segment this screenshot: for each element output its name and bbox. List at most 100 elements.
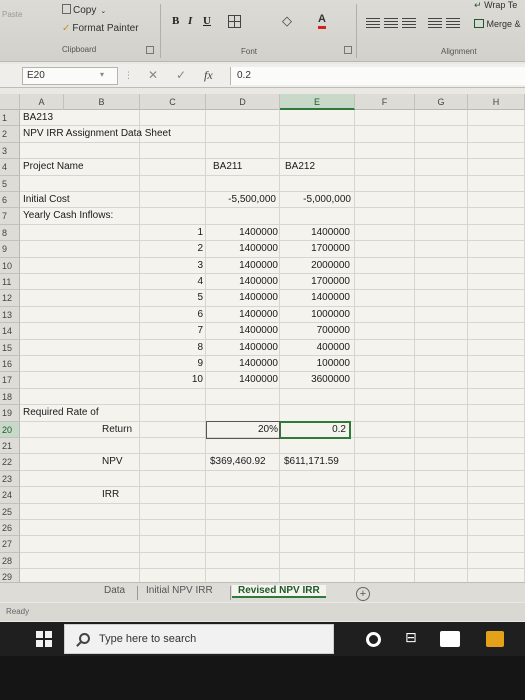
row-header-17[interactable]: 17 <box>0 372 20 389</box>
paste-button[interactable]: Paste <box>2 10 22 19</box>
cell-e6[interactable]: -5,000,000 <box>280 192 351 208</box>
cell-c14[interactable]: 7 <box>140 323 203 339</box>
row-header-6[interactable]: 6 <box>0 192 20 209</box>
windows-start-icon[interactable] <box>36 631 52 647</box>
cell-c15[interactable]: 8 <box>140 340 203 356</box>
row-header-16[interactable]: 16 <box>0 356 20 373</box>
cell-e11[interactable]: 1700000 <box>280 274 350 290</box>
cell-e13[interactable]: 1000000 <box>280 307 350 323</box>
cell-d4[interactable]: BA211 <box>213 159 242 175</box>
row-header-1[interactable]: 1 <box>0 110 20 127</box>
row-header-18[interactable]: 18 <box>0 388 20 406</box>
cell-e14[interactable]: 700000 <box>280 323 350 339</box>
store-icon[interactable] <box>486 631 504 647</box>
cell-d6[interactable]: -5,500,000 <box>206 192 276 208</box>
align-center-icon[interactable] <box>384 18 398 28</box>
cell-e22[interactable]: $611,171.59 <box>284 454 339 470</box>
row-header-2[interactable]: 2 <box>0 126 20 143</box>
cell-d14[interactable]: 1400000 <box>206 323 278 339</box>
row-header-22[interactable]: 22 <box>0 454 20 471</box>
cell-e15[interactable]: 400000 <box>280 340 350 356</box>
cell-d17[interactable]: 1400000 <box>206 372 278 388</box>
add-sheet-icon[interactable]: + <box>356 587 370 601</box>
row-header-7[interactable]: 7 <box>0 208 20 225</box>
wrap-text-button[interactable]: ↵ Wrap Te <box>474 0 517 11</box>
cell-a4[interactable]: Project Name <box>23 159 84 175</box>
row-header-10[interactable]: 10 <box>0 257 20 274</box>
row-header-24[interactable]: 24 <box>0 487 20 504</box>
cell-a19[interactable]: Required Rate of <box>23 405 99 421</box>
taskbar-search-box[interactable]: Type here to search <box>64 624 334 654</box>
cell-a2[interactable]: NPV IRR Assignment Data Sheet <box>23 126 171 142</box>
row-header-28[interactable]: 28 <box>0 552 20 570</box>
cell-d9[interactable]: 1400000 <box>206 241 278 257</box>
cell-e9[interactable]: 1700000 <box>280 241 350 257</box>
enter-icon[interactable]: ✓ <box>176 68 186 82</box>
cell-a1[interactable]: BA213 <box>23 110 53 126</box>
cell-c17[interactable]: 10 <box>140 372 203 388</box>
cell-c13[interactable]: 6 <box>140 307 203 323</box>
cell-e8[interactable]: 1400000 <box>280 225 350 241</box>
cell-d22[interactable]: $369,460.92 <box>210 454 266 470</box>
clipboard-launcher-icon[interactable] <box>146 46 154 54</box>
cancel-icon[interactable]: ✕ <box>148 68 158 82</box>
column-header-b[interactable]: B <box>64 94 140 110</box>
task-view-icon[interactable]: ⊟ <box>405 629 417 646</box>
row-header-12[interactable]: 12 <box>0 290 20 307</box>
cell-d8[interactable]: 1400000 <box>206 225 278 241</box>
row-header-21[interactable]: 21 <box>0 438 20 455</box>
formula-input[interactable]: 0.2 <box>230 67 525 85</box>
font-color-button[interactable]: A <box>318 13 326 29</box>
cell-e10[interactable]: 2000000 <box>280 258 350 274</box>
cell-d12[interactable]: 1400000 <box>206 290 278 306</box>
column-header-d[interactable]: D <box>206 94 280 110</box>
tab-initial-npv-irr[interactable]: Initial NPV IRR <box>146 585 213 596</box>
row-header-11[interactable]: 11 <box>0 274 20 291</box>
column-header-e[interactable]: E <box>280 94 355 110</box>
cell-c10[interactable]: 3 <box>140 258 203 274</box>
cell-a6[interactable]: Initial Cost <box>23 192 70 208</box>
merge-center-button[interactable]: Merge & <box>474 19 521 29</box>
bold-button[interactable]: B <box>172 15 179 27</box>
column-header-g[interactable]: G <box>415 94 468 110</box>
cell-c8[interactable]: 1 <box>140 225 203 241</box>
cell-d10[interactable]: 1400000 <box>206 258 278 274</box>
fill-color-icon[interactable]: ◇ <box>282 13 292 29</box>
chevron-down-icon[interactable]: ▾ <box>100 70 104 79</box>
copy-button[interactable]: Copy ⌄ <box>62 4 106 16</box>
decrease-indent-icon[interactable] <box>428 18 442 28</box>
row-header-15[interactable]: 15 <box>0 339 20 356</box>
cell-b22[interactable]: NPV <box>102 454 123 470</box>
tab-revised-npv-irr[interactable]: Revised NPV IRR <box>232 585 326 598</box>
mail-icon[interactable] <box>440 631 460 647</box>
cell-c16[interactable]: 9 <box>140 356 203 372</box>
row-header-13[interactable]: 13 <box>0 306 20 324</box>
align-right-icon[interactable] <box>402 18 416 28</box>
cell-e4[interactable]: BA212 <box>285 159 315 175</box>
cell-b20[interactable]: Return <box>102 422 132 438</box>
increase-indent-icon[interactable] <box>446 18 460 28</box>
row-header-19[interactable]: 19 <box>0 405 20 422</box>
align-left-icon[interactable] <box>366 18 380 28</box>
format-painter-button[interactable]: ✓ Format Painter <box>62 23 139 34</box>
tab-data[interactable]: Data <box>104 585 125 596</box>
row-header-27[interactable]: 27 <box>0 536 20 553</box>
row-header-5[interactable]: 5 <box>0 175 20 192</box>
cell-d15[interactable]: 1400000 <box>206 340 278 356</box>
cortana-icon[interactable] <box>366 632 381 647</box>
cell-d11[interactable]: 1400000 <box>206 274 278 290</box>
row-header-9[interactable]: 9 <box>0 241 20 258</box>
row-header-14[interactable]: 14 <box>0 323 20 340</box>
italic-button[interactable]: I <box>188 15 192 27</box>
row-header-8[interactable]: 8 <box>0 224 20 242</box>
cell-c12[interactable]: 5 <box>140 290 203 306</box>
row-header-23[interactable]: 23 <box>0 470 20 488</box>
borders-icon[interactable] <box>228 15 241 28</box>
cell-e17[interactable]: 3600000 <box>280 372 350 388</box>
cell-d16[interactable]: 1400000 <box>206 356 278 372</box>
row-header-4[interactable]: 4 <box>0 159 20 176</box>
column-header-a[interactable]: A <box>20 94 64 110</box>
cell-a7[interactable]: Yearly Cash Inflows: <box>23 208 113 224</box>
cell-e16[interactable]: 100000 <box>280 356 350 372</box>
column-header-f[interactable]: F <box>355 94 415 110</box>
